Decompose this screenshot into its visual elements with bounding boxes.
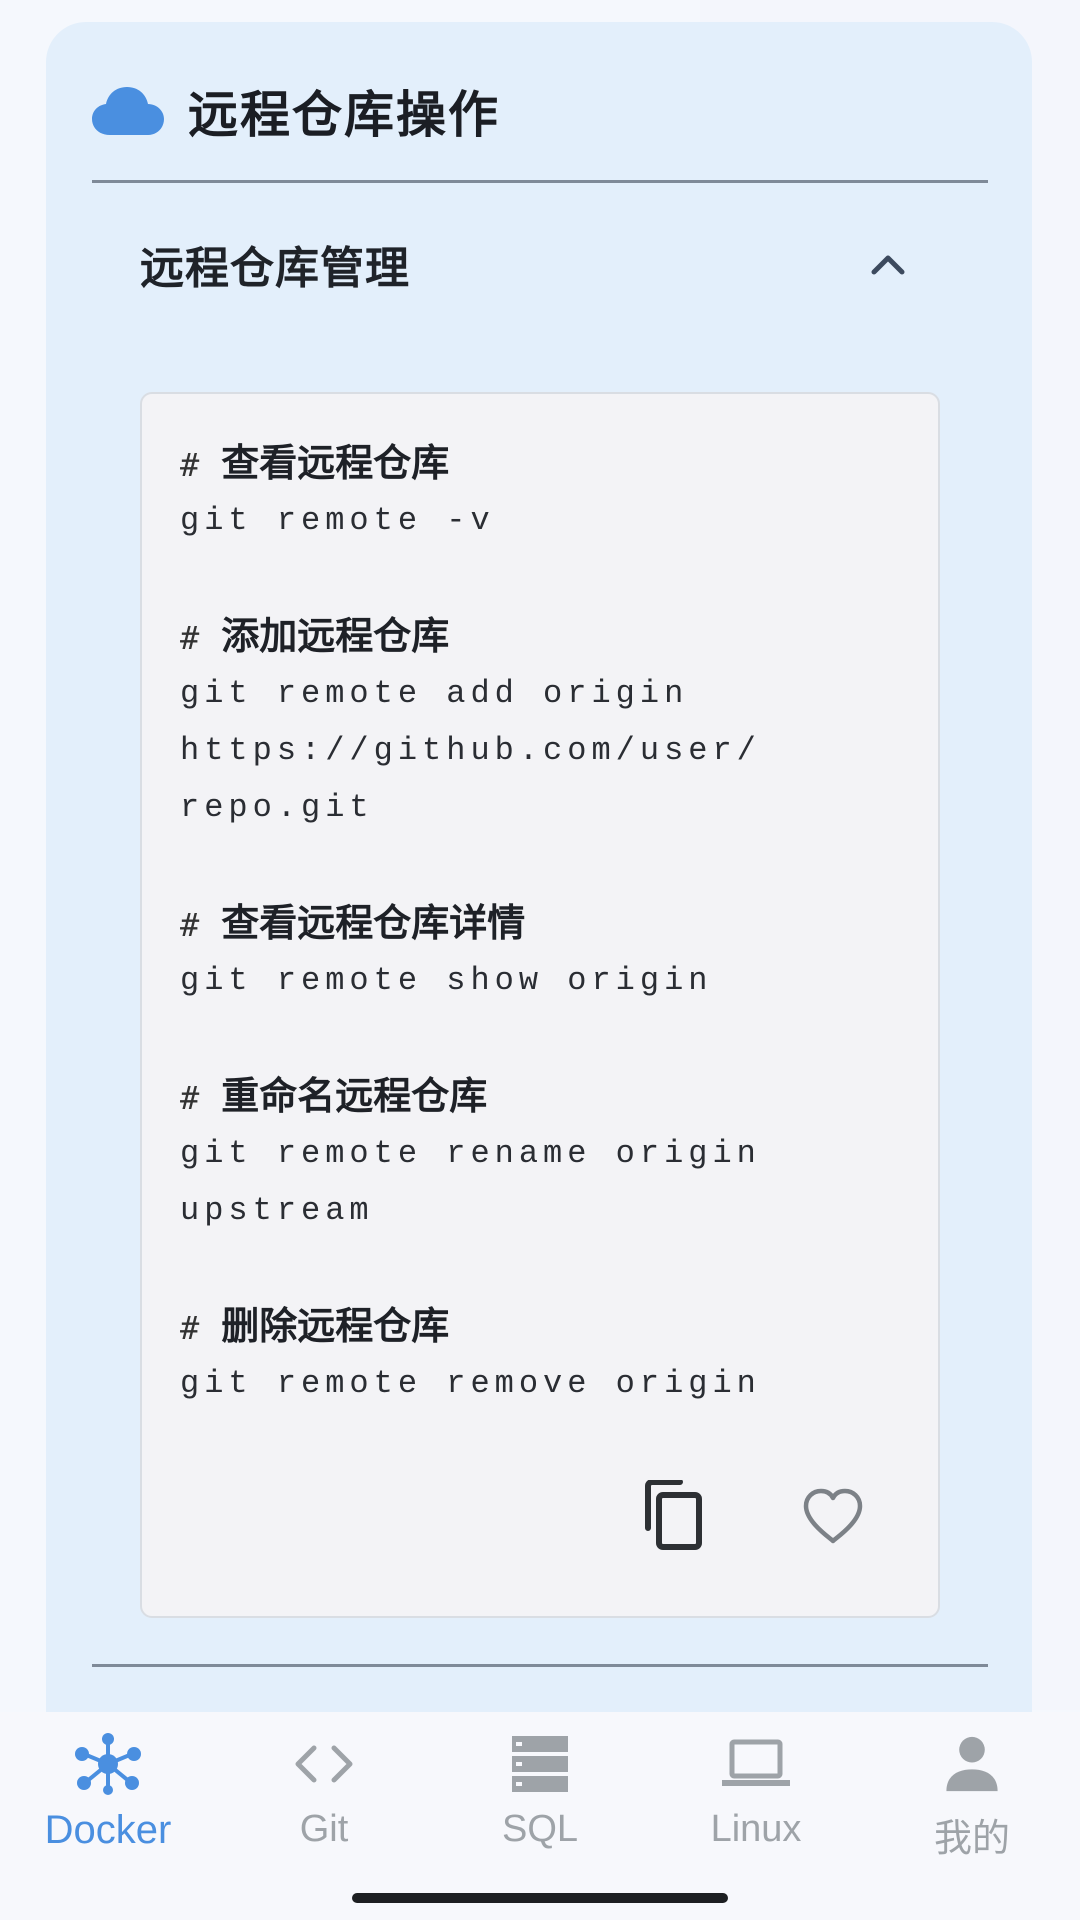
code-line: https://github.com/user/: [180, 732, 761, 769]
code-comment: # 重命名远程仓库: [180, 1067, 900, 1125]
laptop-icon: [722, 1739, 790, 1786]
nav-item-sql[interactable]: SQL: [432, 1732, 648, 1862]
home-indicator[interactable]: [352, 1893, 728, 1903]
code-line: upstream: [180, 1192, 374, 1229]
code-line: git remote add origin: [180, 675, 689, 712]
code-comment: # 删除远程仓库: [180, 1297, 900, 1355]
code-line: git remote -v: [180, 502, 495, 539]
code-block: # 查看远程仓库详情 git remote show origin: [180, 894, 900, 1009]
code-comment: # 查看远程仓库: [180, 434, 900, 492]
code-snippet-card: # 查看远程仓库 git remote -v # 添加远程仓库 git remote…: [140, 392, 940, 1618]
comment-hash: #: [180, 446, 200, 484]
nav-item-git[interactable]: Git: [216, 1732, 432, 1862]
database-icon: [512, 1736, 568, 1792]
code-block: # 查看远程仓库 git remote -v: [180, 434, 900, 549]
cloud-icon: [92, 87, 164, 135]
docker-network-icon: [75, 1733, 141, 1795]
comment-hash: #: [180, 1309, 200, 1347]
code-block: # 重命名远程仓库 git remote rename origin upstre…: [180, 1067, 900, 1239]
divider: [92, 180, 988, 183]
code-line: git remote rename origin: [180, 1135, 761, 1172]
comment-text: 查看远程仓库: [221, 441, 450, 485]
nav-item-profile[interactable]: 我的: [864, 1732, 1080, 1862]
comment-text: 重命名远程仓库: [221, 1074, 488, 1118]
accordion-title: 远程仓库管理: [140, 243, 410, 294]
comment-hash: #: [180, 619, 200, 657]
comment-text: 查看远程仓库详情: [221, 901, 526, 945]
nav-item-docker[interactable]: Docker: [0, 1732, 216, 1862]
app-screen: 远程仓库操作 远程仓库管理 # 查看远程仓库 git remote -v # 添加远…: [0, 0, 1080, 1920]
code-block: # 添加远程仓库 git remote add origin https://gi…: [180, 607, 900, 836]
comment-hash: #: [180, 906, 200, 944]
heart-icon[interactable]: [802, 1488, 864, 1546]
nav-label: Linux: [710, 1808, 802, 1850]
code-brackets-icon: [295, 1745, 353, 1783]
nav-label: Docker: [44, 1808, 172, 1852]
code-content: # 查看远程仓库 git remote -v # 添加远程仓库 git remote…: [180, 434, 900, 1470]
code-actions: [142, 1476, 942, 1556]
chevron-up-icon[interactable]: [866, 242, 910, 286]
comment-text: 删除远程仓库: [221, 1304, 450, 1348]
nav-label: SQL: [501, 1808, 579, 1850]
code-line: repo.git: [180, 789, 374, 826]
copy-icon[interactable]: [642, 1480, 704, 1552]
code-comment: # 添加远程仓库: [180, 607, 900, 665]
comment-text: 添加远程仓库: [221, 614, 450, 658]
accordion-header[interactable]: 远程仓库管理: [140, 232, 910, 296]
bottom-navigation: Docker Git SQL Linux 我的: [0, 1712, 1080, 1920]
person-icon: [946, 1736, 998, 1792]
section-title: 远程仓库操作: [188, 86, 500, 144]
nav-item-linux[interactable]: Linux: [648, 1732, 864, 1862]
nav-label: Git: [299, 1808, 349, 1850]
code-block: # 删除远程仓库 git remote remove origin: [180, 1297, 900, 1412]
section-header: 远程仓库操作: [92, 76, 500, 146]
nav-label: 我的: [933, 1818, 1010, 1860]
code-line: git remote remove origin: [180, 1365, 761, 1402]
divider: [92, 1664, 988, 1667]
code-comment: # 查看远程仓库详情: [180, 894, 900, 952]
code-line: git remote show origin: [180, 962, 713, 999]
comment-hash: #: [180, 1079, 200, 1117]
